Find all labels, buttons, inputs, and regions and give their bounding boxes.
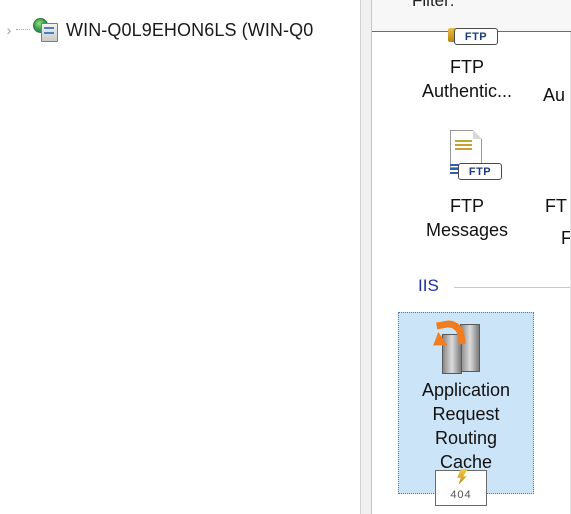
tree-expander-icon[interactable]: › [2, 16, 16, 44]
group-header-iis: IIS [418, 276, 439, 295]
server-node-label[interactable]: WIN-Q0L9EHON6LS (WIN-Q0 [66, 20, 313, 41]
error-pages-404-icon[interactable]: 404 [435, 469, 487, 506]
feature-partial-label[interactable]: Au [543, 83, 565, 107]
ftp-badge: FTP [458, 163, 502, 180]
ftp-badge: FTP [454, 28, 498, 45]
feature-label-line: Routing [434, 428, 498, 448]
feature-label-line: Authentic... [421, 81, 513, 101]
feature-ftp-messages[interactable]: FTP FTP Messages [406, 130, 528, 242]
filter-label: Filter: [412, 0, 455, 10]
features-view-pane: Filter: FTP FTP Authentic... Au FTP FTP [372, 0, 571, 514]
feature-label-line: FTP [450, 196, 484, 216]
connections-tree-pane: › WIN-Q0L9EHON6LS (WIN-Q0 [0, 0, 360, 514]
feature-ftp-authentication[interactable]: FTP FTP Authentic... [406, 28, 528, 103]
error-code-text: 404 [450, 489, 472, 501]
application-request-routing-icon [428, 316, 490, 376]
group-divider [454, 287, 571, 288]
feature-label-line: Application [421, 380, 511, 400]
feature-label-line: FTP [450, 57, 484, 77]
iis-manager-window: › WIN-Q0L9EHON6LS (WIN-Q0 Filter: FTP FT… [0, 0, 571, 514]
server-globe-icon [32, 18, 58, 42]
feature-label-line: Messages [425, 220, 509, 240]
pane-splitter[interactable] [360, 0, 372, 514]
feature-label-block: Application Request Routing Cache [405, 378, 527, 474]
tree-connector-line [16, 28, 30, 32]
tree-node-server[interactable]: › WIN-Q0L9EHON6LS (WIN-Q0 [2, 16, 313, 44]
feature-label-line: Request [432, 404, 500, 424]
feature-partial-label[interactable]: FT [545, 194, 567, 218]
